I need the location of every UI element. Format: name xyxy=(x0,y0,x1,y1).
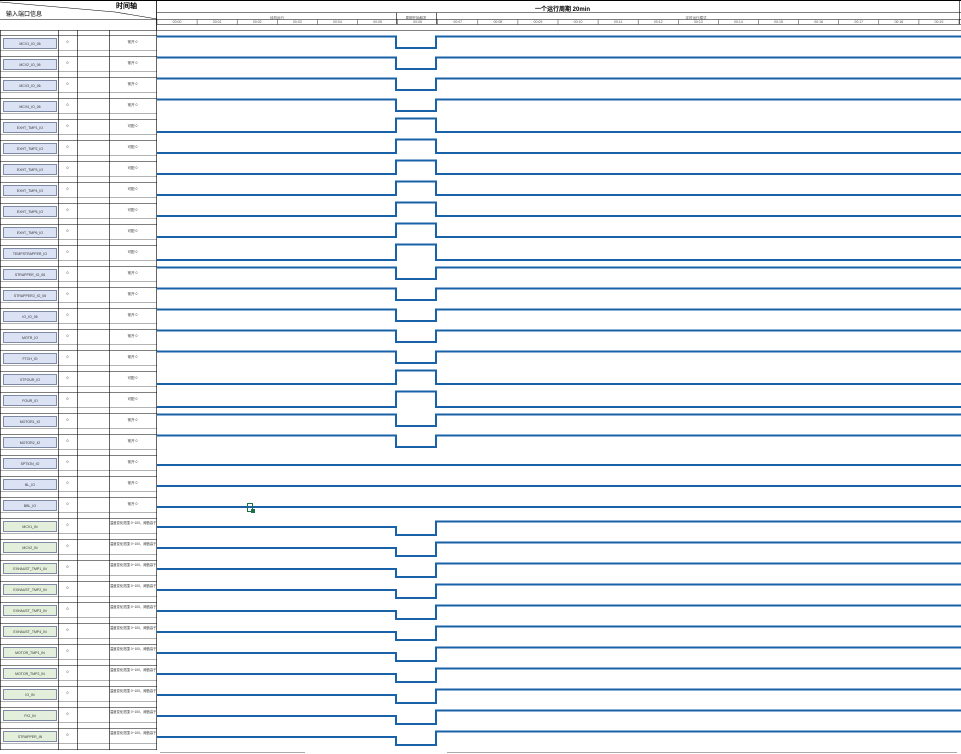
horizontal-scroll-track[interactable] xyxy=(160,752,305,753)
signal-waveform xyxy=(157,56,961,70)
excel-cell-cursor-icon[interactable] xyxy=(247,503,255,513)
signal-waveform xyxy=(157,329,961,343)
signal-waveform xyxy=(157,35,961,49)
signal-waveform xyxy=(157,287,961,301)
signal-waveform xyxy=(157,369,961,385)
signal-waveform xyxy=(157,180,961,196)
signal-waveform xyxy=(157,390,961,408)
horizontal-scroll-track-right[interactable] xyxy=(447,752,957,753)
signal-waveform xyxy=(157,583,961,599)
signal-waveform xyxy=(157,625,961,641)
signal-waveform xyxy=(157,117,961,133)
signal-waveform xyxy=(157,222,961,238)
signal-waveform xyxy=(157,243,961,261)
signal-waveform xyxy=(157,413,961,427)
signal-waveform xyxy=(157,709,961,725)
signal-waveform xyxy=(157,688,961,704)
signal-waveform xyxy=(157,77,961,91)
signal-waveform xyxy=(157,266,961,280)
signal-waveform xyxy=(157,667,961,683)
signal-waveform xyxy=(157,434,961,448)
timing-diagram-sheet: 时间轴 输入端口信息 一个运行周期 20min 待机运行 周期开始触发 定时运行… xyxy=(0,0,961,754)
signal-waveform xyxy=(157,138,961,154)
signal-waveform xyxy=(157,730,961,746)
signal-waveform xyxy=(157,541,961,557)
signal-waveform xyxy=(157,562,961,578)
signal-waveform xyxy=(157,308,961,322)
signal-waveform xyxy=(157,646,961,662)
signal-waveform xyxy=(157,98,961,112)
waveform-area xyxy=(157,35,961,746)
signal-waveform xyxy=(157,201,961,217)
signal-waveform xyxy=(157,350,961,364)
signal-waveform xyxy=(157,604,961,620)
signal-waveform xyxy=(157,159,961,175)
signal-waveform xyxy=(157,520,961,536)
